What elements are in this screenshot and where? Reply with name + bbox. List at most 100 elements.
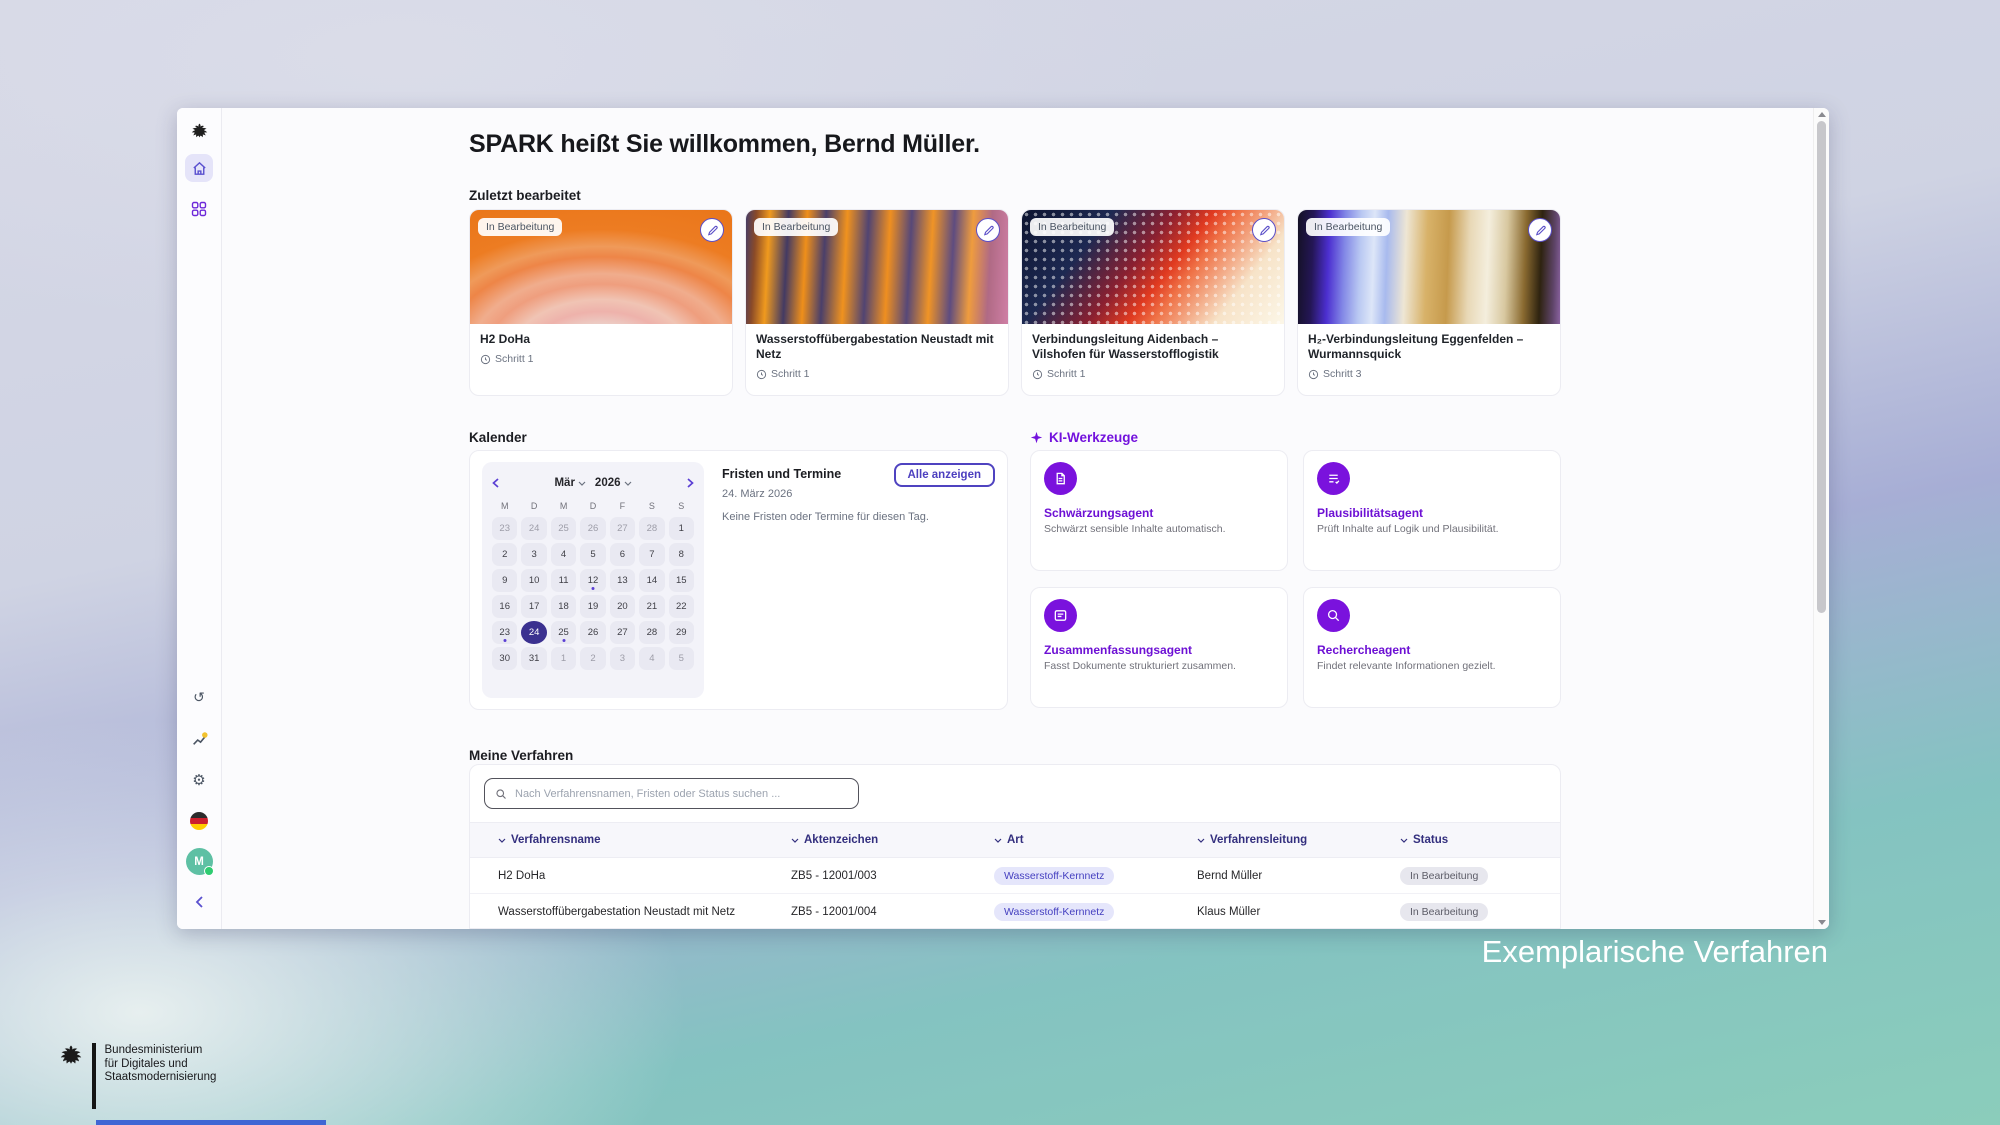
calendar-day[interactable]: 3 <box>521 543 546 566</box>
calendar-day[interactable]: 2 <box>580 647 605 670</box>
procedure-title: H₂-Verbindungsleitung Eggenfelden – Wurm… <box>1308 332 1550 362</box>
calendar-day[interactable]: 27 <box>610 621 635 644</box>
home-icon <box>191 160 208 177</box>
year-select[interactable]: 2026 <box>595 477 632 489</box>
ki-tool-title: Zusammenfassungsagent <box>1044 643 1274 657</box>
cell-verfahrensleitung: Bernd Müller <box>1169 870 1372 882</box>
calendar-prev-button[interactable] <box>492 478 499 488</box>
column-header-label: Status <box>1413 834 1448 846</box>
clock-icon <box>1308 369 1319 380</box>
calendar-day[interactable]: 15 <box>669 569 694 592</box>
calendar-day[interactable]: 18 <box>551 595 576 618</box>
table-row[interactable]: Wasserstoffübergabestation Neustadt mit … <box>470 894 1560 929</box>
calendar-day[interactable]: 23 <box>492 621 517 644</box>
calendar-day[interactable]: 22 <box>669 595 694 618</box>
recent-procedure-card[interactable]: In Bearbeitung Verbindungsleitung Aidenb… <box>1021 209 1285 396</box>
calendar-day[interactable]: 27 <box>610 517 635 540</box>
calendar-day[interactable]: 2 <box>492 543 517 566</box>
calendar-day[interactable]: 30 <box>492 647 517 670</box>
table-row[interactable]: H2 DoHa ZB5 - 12001/003 Wasserstoff-Kern… <box>470 858 1560 894</box>
calendar-day[interactable]: 8 <box>669 543 694 566</box>
scrollbar-thumb[interactable] <box>1817 121 1826 613</box>
calendar-day[interactable]: 6 <box>610 543 635 566</box>
recent-procedure-card[interactable]: In Bearbeitung H2 DoHa Schritt 1 <box>469 209 733 396</box>
column-header-art[interactable]: Art <box>966 834 1169 846</box>
card-body: H2 DoHa Schritt 1 <box>470 324 732 373</box>
column-header-status[interactable]: Status <box>1372 834 1560 846</box>
show-all-button[interactable]: Alle anzeigen <box>894 463 996 487</box>
calendar-day[interactable]: 5 <box>580 543 605 566</box>
calendar-day[interactable]: 9 <box>492 569 517 592</box>
procedures-section-label: Meine Verfahren <box>469 748 573 763</box>
calendar-day[interactable]: 5 <box>669 647 694 670</box>
search-input[interactable] <box>513 787 848 801</box>
scroll-down-arrow-icon[interactable] <box>1818 920 1826 925</box>
procedure-artwork: In Bearbeitung <box>1298 210 1560 324</box>
ki-tool-card[interactable]: Plausibilitätsagent Prüft Inhalte auf Lo… <box>1303 450 1561 571</box>
calendar-day[interactable]: 25 <box>551 517 576 540</box>
sidebar-item-settings[interactable]: ⚙ <box>185 766 213 794</box>
calendar-day[interactable]: 31 <box>521 647 546 670</box>
pencil-icon <box>982 224 995 237</box>
recent-cards-row: In Bearbeitung H2 DoHa Schritt 1 In Bear… <box>469 209 1561 396</box>
calendar-day[interactable]: 7 <box>639 543 664 566</box>
calendar-day[interactable]: 21 <box>639 595 664 618</box>
vertical-scrollbar[interactable] <box>1813 108 1829 929</box>
edit-button[interactable] <box>1528 218 1552 242</box>
edit-button[interactable] <box>976 218 1000 242</box>
calendar-day[interactable]: 4 <box>551 543 576 566</box>
sidebar-item-history[interactable]: ↺ <box>185 684 213 712</box>
calendar-day[interactable]: 10 <box>521 569 546 592</box>
column-header-verfahrensname[interactable]: Verfahrensname <box>470 834 763 846</box>
edit-button[interactable] <box>700 218 724 242</box>
calendar-day[interactable]: 11 <box>551 569 576 592</box>
cell-aktenzeichen: ZB5 - 12001/004 <box>763 906 966 918</box>
recent-procedure-card[interactable]: In Bearbeitung Wasserstoffübergabestatio… <box>745 209 1009 396</box>
sidebar-item-apps[interactable] <box>185 195 213 223</box>
art-pill: Wasserstoff-Kernnetz <box>994 903 1114 921</box>
calendar-day[interactable]: 13 <box>610 569 635 592</box>
user-avatar[interactable]: M <box>186 848 213 875</box>
recent-procedure-card[interactable]: In Bearbeitung H₂-Verbindungsleitung Egg… <box>1297 209 1561 396</box>
calendar-day[interactable]: 3 <box>610 647 635 670</box>
month-select[interactable]: Mär <box>554 477 585 489</box>
ministry-name-line1: Bundesministerium <box>105 1044 217 1058</box>
calendar-day[interactable]: 19 <box>580 595 605 618</box>
calendar-day[interactable]: 24 <box>521 517 546 540</box>
calendar-day[interactable]: 1 <box>669 517 694 540</box>
calendar-day[interactable]: 4 <box>639 647 664 670</box>
calendar-day[interactable]: 23 <box>492 517 517 540</box>
spark-app-window: ↺ ⚙ M SPARK heißt Si <box>177 108 1829 929</box>
calendar-day[interactable]: 16 <box>492 595 517 618</box>
ki-tool-card[interactable]: Schwärzungsagent Schwärzt sensible Inhal… <box>1030 450 1288 571</box>
ki-tool-icon-circle <box>1044 599 1077 632</box>
calendar-day[interactable]: 26 <box>580 517 605 540</box>
calendar-day[interactable]: 28 <box>639 517 664 540</box>
sidebar-collapse-button[interactable] <box>185 888 213 916</box>
calendar-day[interactable]: 28 <box>639 621 664 644</box>
sidebar-item-home[interactable] <box>185 154 213 182</box>
status-badge: In Bearbeitung <box>754 218 838 236</box>
sidebar-item-activity[interactable] <box>185 725 213 753</box>
ki-tool-card[interactable]: Zusammenfassungsagent Fasst Dokumente st… <box>1030 587 1288 708</box>
ki-tool-description: Fasst Dokumente strukturiert zusammen. <box>1044 660 1274 672</box>
calendar-day[interactable]: 20 <box>610 595 635 618</box>
calendar-day[interactable]: 17 <box>521 595 546 618</box>
ki-tool-card[interactable]: Rechercheagent Findet relevante Informat… <box>1303 587 1561 708</box>
column-header-aktenzeichen[interactable]: Aktenzeichen <box>763 834 966 846</box>
calendar-day[interactable]: 26 <box>580 621 605 644</box>
calendar-day[interactable]: 14 <box>639 569 664 592</box>
calendar-day[interactable]: 29 <box>669 621 694 644</box>
sidebar-item-language[interactable] <box>185 807 213 835</box>
column-header-verfahrensleitung[interactable]: Verfahrensleitung <box>1169 834 1372 846</box>
scroll-up-arrow-icon[interactable] <box>1818 112 1826 117</box>
calendar-day-selected[interactable]: 24 <box>521 621 546 644</box>
calendar-next-button[interactable] <box>687 478 694 488</box>
calendar-day[interactable]: 25 <box>551 621 576 644</box>
calendar-day[interactable]: 1 <box>551 647 576 670</box>
calendar-day[interactable]: 12 <box>580 569 605 592</box>
notification-dot <box>202 732 208 738</box>
edit-button[interactable] <box>1252 218 1276 242</box>
status-badge: In Bearbeitung <box>478 218 562 236</box>
checklist-icon <box>1326 471 1341 486</box>
